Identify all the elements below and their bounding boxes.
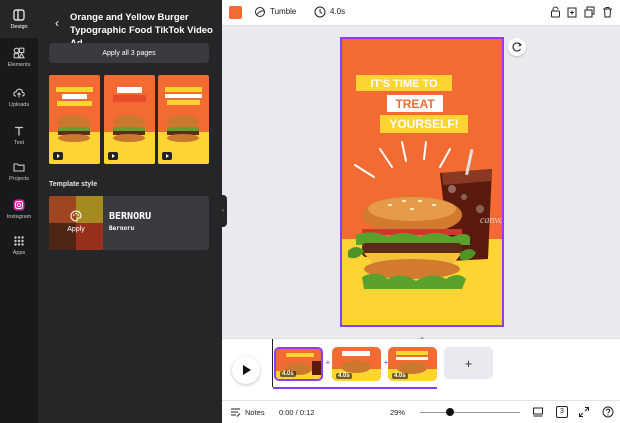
rail-item-text[interactable]: Text [0, 116, 38, 154]
headline-line-3: YOURSELF! [389, 117, 458, 131]
burger-image [58, 115, 90, 142]
add-page-icon[interactable] [567, 6, 578, 18]
color-swatch-button[interactable] [229, 6, 242, 19]
transition-plus-icon[interactable]: + [324, 358, 332, 368]
design-icon [13, 8, 25, 21]
regenerate-button[interactable] [508, 38, 526, 56]
template-style-heading: Template style [49, 181, 98, 188]
apps-icon [14, 235, 24, 246]
headline-line-2: TREAT [395, 97, 435, 111]
rail-label: Instagram [6, 213, 32, 220]
lock-icon[interactable] [550, 6, 561, 18]
clip-duration: 4.0s [280, 371, 296, 377]
palette-icon [70, 210, 82, 222]
cup-brand-text: canva [480, 215, 502, 226]
rail-label: Text [13, 139, 25, 146]
canvas-artwork: IT'S TIME TO TREAT YOURSELF! canva [342, 39, 502, 325]
template-style-card[interactable]: Apply BERNORU Bernoru [49, 196, 209, 250]
zoom-slider-thumb[interactable] [446, 408, 454, 416]
rail-label: Apps [12, 249, 26, 256]
thumb-headline [56, 87, 93, 106]
folder-icon [13, 162, 25, 172]
timeline-selection-bar [273, 387, 437, 389]
help-icon[interactable] [602, 406, 614, 418]
transition-icon[interactable] [254, 6, 266, 18]
back-chevron-icon[interactable]: ‹ [55, 16, 65, 30]
timeline-clip[interactable]: 4.0s [332, 347, 381, 381]
trash-icon[interactable] [602, 6, 613, 18]
notes-icon[interactable] [230, 407, 241, 418]
instagram-icon [13, 199, 25, 210]
transition-label[interactable]: Tumble [270, 7, 296, 16]
rail-label: Projects [9, 175, 29, 182]
rail-item-projects[interactable]: Projects [0, 152, 38, 190]
play-button[interactable] [232, 356, 260, 384]
notes-button[interactable]: Notes [245, 408, 265, 417]
style-swatch: Apply [49, 196, 103, 250]
apply-all-pages-button[interactable]: Apply all 3 pages [49, 43, 209, 63]
text-icon [15, 126, 23, 135]
fullscreen-icon[interactable] [578, 406, 590, 418]
elements-icon [13, 47, 25, 58]
playback-time: 0:00 / 0:12 [279, 408, 315, 417]
style-apply-label: Apply [67, 226, 85, 233]
rail-item-uploads[interactable]: Uploads [0, 78, 38, 116]
clip-duration: 4.0s [336, 373, 352, 379]
play-badge-icon [162, 152, 172, 160]
rail-item-apps[interactable]: Apps [0, 226, 38, 264]
rail-item-design[interactable]: Design [0, 0, 38, 38]
thumb-headline [165, 87, 202, 105]
clock-icon[interactable] [314, 6, 326, 18]
play-badge-icon [53, 152, 63, 160]
page-count-badge[interactable]: 3 [556, 406, 568, 418]
playhead[interactable] [272, 339, 273, 387]
thumb-headline [113, 87, 146, 102]
add-page-button[interactable]: + [444, 347, 493, 379]
timeline-clip[interactable]: 4.0s [388, 347, 437, 381]
style-font-name: BERNORU [109, 211, 152, 222]
rail-item-instagram[interactable]: Instagram [0, 190, 38, 228]
left-rail: Design Elements Uploads Text Projects In… [0, 0, 38, 423]
headline-line-1: IT'S TIME TO [370, 78, 438, 90]
burger-image [113, 115, 145, 142]
template-page-thumbnail[interactable] [49, 75, 100, 164]
design-canvas[interactable]: IT'S TIME TO TREAT YOURSELF! canva [340, 37, 504, 327]
timeline-clip[interactable]: 4.0s [274, 347, 323, 381]
burger-image [167, 115, 199, 142]
clip-duration: 4.0s [392, 373, 408, 379]
refresh-icon [512, 42, 522, 52]
rail-item-elements[interactable]: Elements [0, 38, 38, 76]
rail-label: Design [10, 23, 28, 30]
template-page-thumbnail[interactable] [104, 75, 155, 164]
footer-bar: Notes 0:00 / 0:12 29% 3 [222, 400, 620, 423]
page-view-icon[interactable] [532, 406, 544, 418]
rail-label: Elements [7, 61, 31, 68]
editor-toolbar: Tumble 4.0s [222, 0, 620, 26]
collapse-panel-chevron-icon[interactable]: ‹ [219, 195, 227, 227]
duplicate-icon[interactable] [584, 6, 595, 18]
template-page-thumbnail[interactable] [158, 75, 209, 164]
style-font-sub: Bernoru [109, 225, 135, 232]
page-duration-label[interactable]: 4.0s [330, 7, 345, 16]
zoom-percentage[interactable]: 29% [390, 408, 405, 417]
timeline-collapse-chevron-icon[interactable]: ⌄ [416, 333, 428, 341]
upload-icon [13, 88, 25, 97]
zoom-slider[interactable] [420, 412, 520, 413]
burger-image [348, 196, 476, 289]
rail-label: Uploads [8, 101, 30, 108]
play-badge-icon [108, 152, 118, 160]
timeline: ⌄ 4.0s + 4.0s + 4.0s + [222, 334, 620, 400]
